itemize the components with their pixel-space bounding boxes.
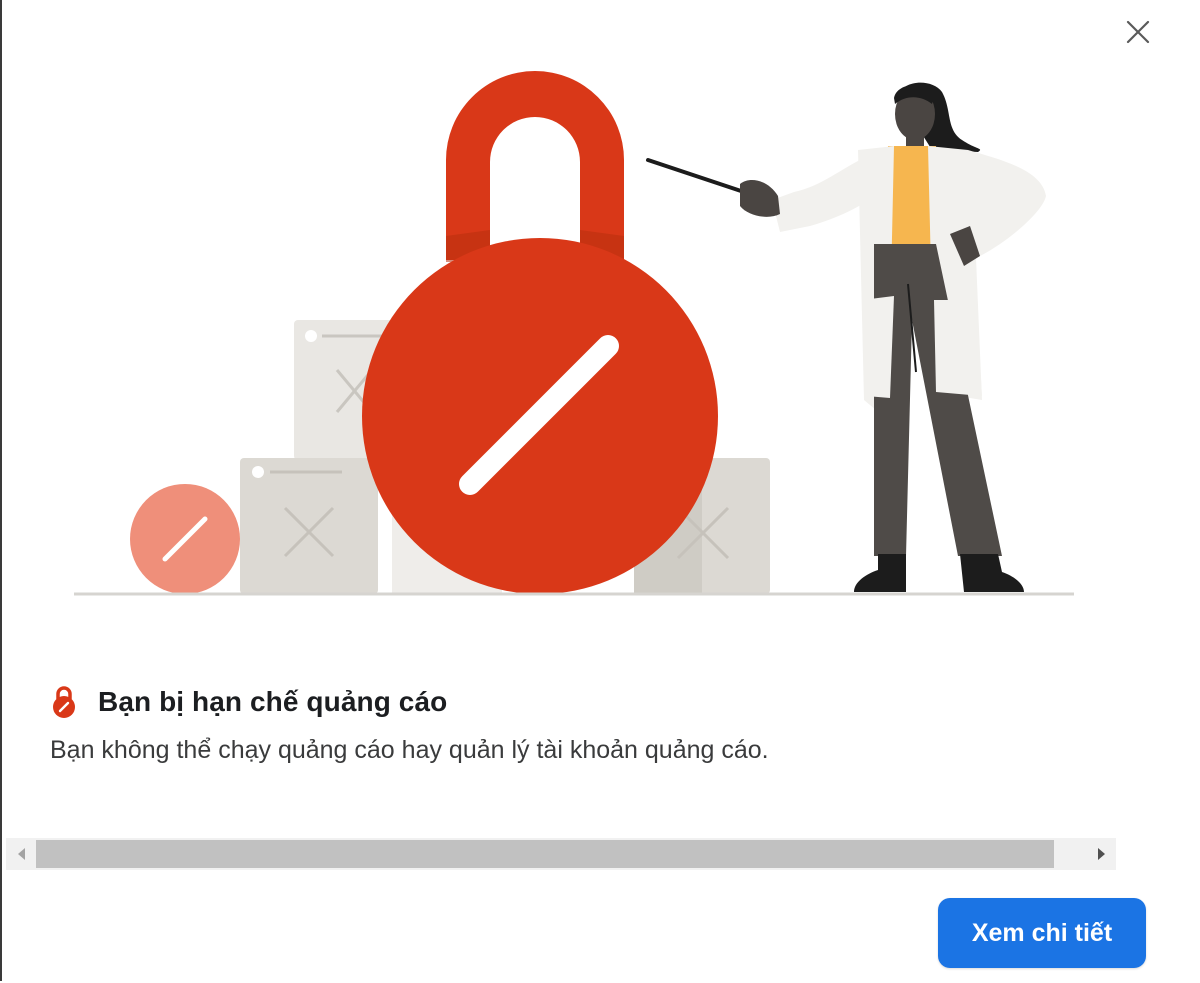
scrollbar-thumb[interactable] <box>36 840 1054 868</box>
restriction-illustration <box>74 71 1074 596</box>
restriction-dialog: Bạn bị hạn chế quảng cáo Bạn không thể c… <box>0 0 1198 981</box>
horizontal-scrollbar[interactable] <box>6 838 1116 870</box>
notice-title: Bạn bị hạn chế quảng cáo <box>98 686 448 717</box>
chevron-left-icon <box>17 848 25 860</box>
scroll-right-button[interactable] <box>1086 838 1116 870</box>
padlock-icon <box>362 71 718 594</box>
restricted-badge-icon <box>130 484 240 594</box>
view-details-button[interactable]: Xem chi tiết <box>938 898 1146 968</box>
chevron-right-icon <box>1097 848 1105 860</box>
padlock-restricted-icon <box>53 686 75 718</box>
notice-description: Bạn không thể chạy quảng cáo hay quản lý… <box>50 736 769 764</box>
notice-heading: Bạn bị hạn chế quảng cáo <box>50 682 447 722</box>
scroll-left-button[interactable] <box>6 838 36 870</box>
box-bottom-left <box>240 458 378 594</box>
